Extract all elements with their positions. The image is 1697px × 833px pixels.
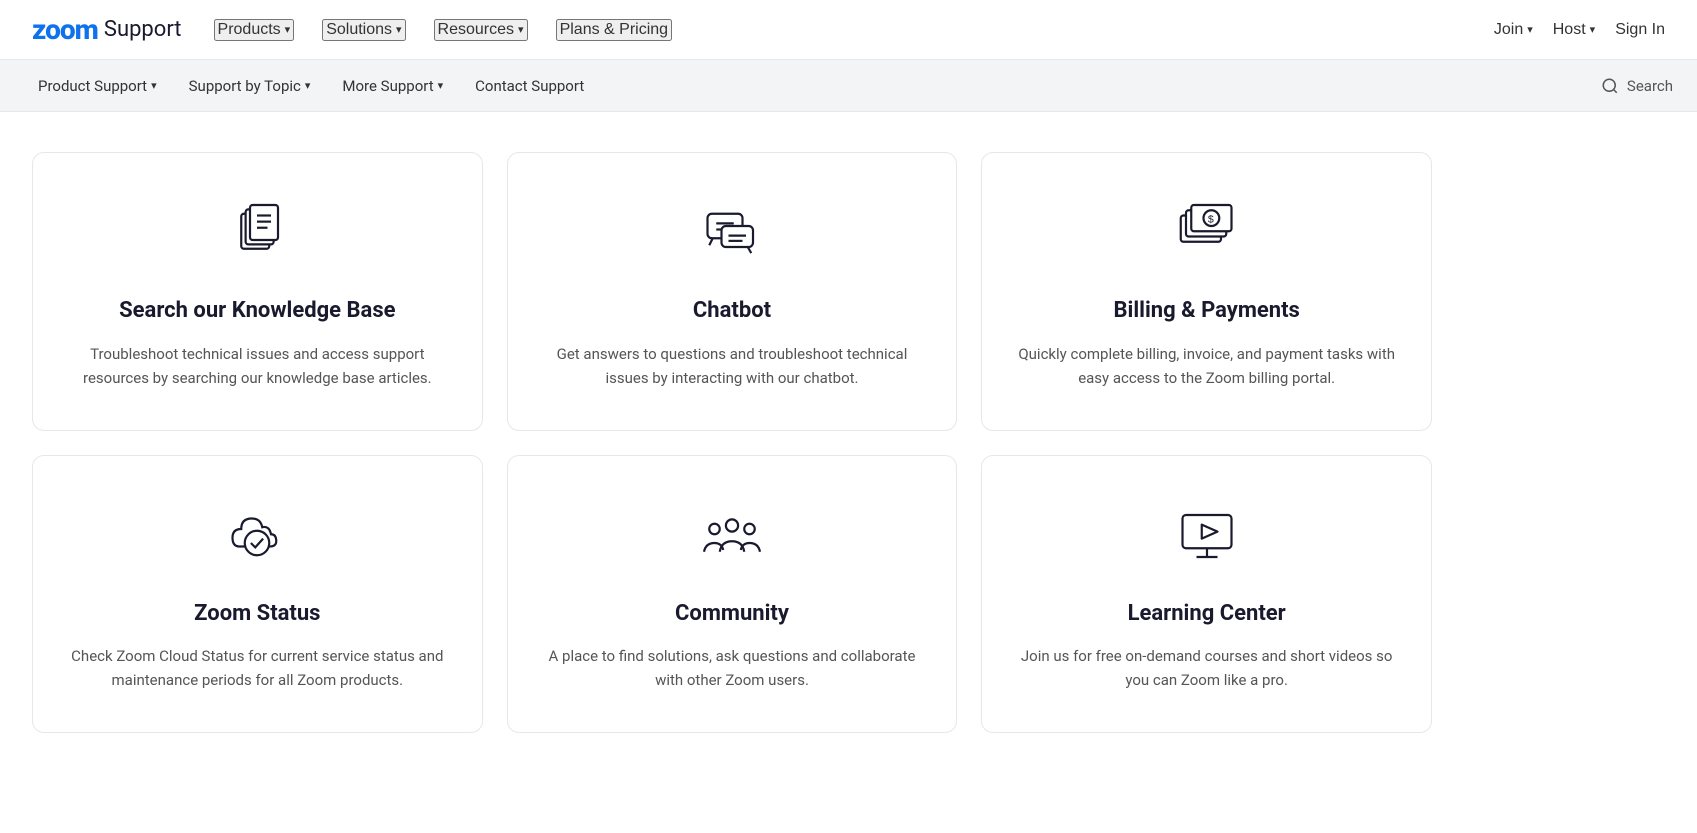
chevron-down-icon: ▾ (305, 79, 311, 92)
nav-link-solutions-label: Solutions (326, 21, 392, 39)
card-zoom-status-title: Zoom Status (65, 600, 450, 629)
nav-link-plans-pricing[interactable]: Plans & Pricing (556, 19, 673, 41)
nav-link-products[interactable]: Products ▾ (214, 19, 295, 41)
billing-icon: $ (1014, 193, 1399, 273)
host-label: Host (1553, 21, 1586, 39)
card-learning-center[interactable]: Learning Center Join us for free on-dema… (981, 455, 1432, 734)
logo[interactable]: zoom Support (32, 13, 182, 46)
chevron-down-icon: ▾ (151, 79, 157, 92)
top-nav-left: zoom Support Products ▾ Solutions ▾ Reso… (32, 13, 672, 46)
main-content: Search our Knowledge Base Troubleshoot t… (0, 112, 1697, 773)
chevron-down-icon: ▾ (285, 23, 291, 36)
card-billing-payments[interactable]: $ Billing & Payments Quickly complete bi… (981, 152, 1432, 431)
chevron-down-icon: ▾ (438, 79, 444, 92)
card-learning-center-title: Learning Center (1014, 600, 1399, 629)
card-knowledge-base[interactable]: Search our Knowledge Base Troubleshoot t… (32, 152, 483, 431)
chevron-down-icon: ▾ (396, 23, 402, 36)
nav-link-resources[interactable]: Resources ▾ (434, 19, 528, 41)
card-billing-desc: Quickly complete billing, invoice, and p… (1014, 342, 1399, 390)
sign-in-button[interactable]: Sign In (1615, 21, 1665, 39)
cards-grid: Search our Knowledge Base Troubleshoot t… (32, 152, 1432, 733)
sub-nav-support-by-topic[interactable]: Support by Topic ▾ (175, 69, 325, 103)
nav-link-resources-label: Resources (438, 21, 514, 39)
sub-nav-product-support[interactable]: Product Support ▾ (24, 69, 171, 103)
card-community-title: Community (540, 600, 925, 629)
top-nav: zoom Support Products ▾ Solutions ▾ Reso… (0, 0, 1697, 60)
chevron-down-icon: ▾ (1527, 23, 1533, 36)
top-nav-links: Products ▾ Solutions ▾ Resources ▾ Plans… (214, 19, 673, 41)
sub-nav-contact-support[interactable]: Contact Support (461, 69, 598, 103)
join-button[interactable]: Join ▾ (1494, 21, 1533, 39)
learning-icon (1014, 496, 1399, 576)
card-zoom-status-desc: Check Zoom Cloud Status for current serv… (65, 644, 450, 692)
card-chatbot[interactable]: Chatbot Get answers to questions and tro… (507, 152, 958, 431)
search-label: Search (1627, 77, 1673, 95)
chevron-down-icon: ▾ (518, 23, 524, 36)
sub-nav-left: Product Support ▾ Support by Topic ▾ Mor… (24, 69, 598, 103)
card-billing-title: Billing & Payments (1014, 297, 1399, 326)
svg-text:$: $ (1208, 214, 1214, 226)
sub-nav-contact-support-label: Contact Support (475, 77, 584, 95)
card-knowledge-base-desc: Troubleshoot technical issues and access… (65, 342, 450, 390)
sub-nav: Product Support ▾ Support by Topic ▾ Mor… (0, 60, 1697, 112)
sub-nav-more-support[interactable]: More Support ▾ (328, 69, 457, 103)
documents-icon (65, 193, 450, 273)
search-icon (1601, 77, 1619, 95)
card-chatbot-title: Chatbot (540, 297, 925, 326)
sub-nav-support-by-topic-label: Support by Topic (189, 77, 301, 95)
sub-nav-more-support-label: More Support (342, 77, 433, 95)
logo-support-text: Support (104, 17, 182, 42)
community-icon (540, 496, 925, 576)
card-knowledge-base-title: Search our Knowledge Base (65, 297, 450, 326)
sub-nav-product-support-label: Product Support (38, 77, 147, 95)
card-zoom-status[interactable]: Zoom Status Check Zoom Cloud Status for … (32, 455, 483, 734)
host-button[interactable]: Host ▾ (1553, 21, 1595, 39)
chat-icon (540, 193, 925, 273)
card-community-desc: A place to find solutions, ask questions… (540, 644, 925, 692)
nav-link-plans-pricing-label: Plans & Pricing (560, 21, 669, 39)
card-community[interactable]: Community A place to find solutions, ask… (507, 455, 958, 734)
search-button[interactable]: Search (1601, 77, 1673, 95)
cloud-check-icon (65, 496, 450, 576)
top-nav-right: Join ▾ Host ▾ Sign In (1494, 21, 1665, 39)
nav-link-solutions[interactable]: Solutions ▾ (322, 19, 405, 41)
logo-zoom-text: zoom (32, 13, 98, 46)
card-learning-center-desc: Join us for free on-demand courses and s… (1014, 644, 1399, 692)
join-label: Join (1494, 21, 1523, 39)
nav-link-products-label: Products (218, 21, 281, 39)
chevron-down-icon: ▾ (1590, 23, 1596, 36)
card-chatbot-desc: Get answers to questions and troubleshoo… (540, 342, 925, 390)
